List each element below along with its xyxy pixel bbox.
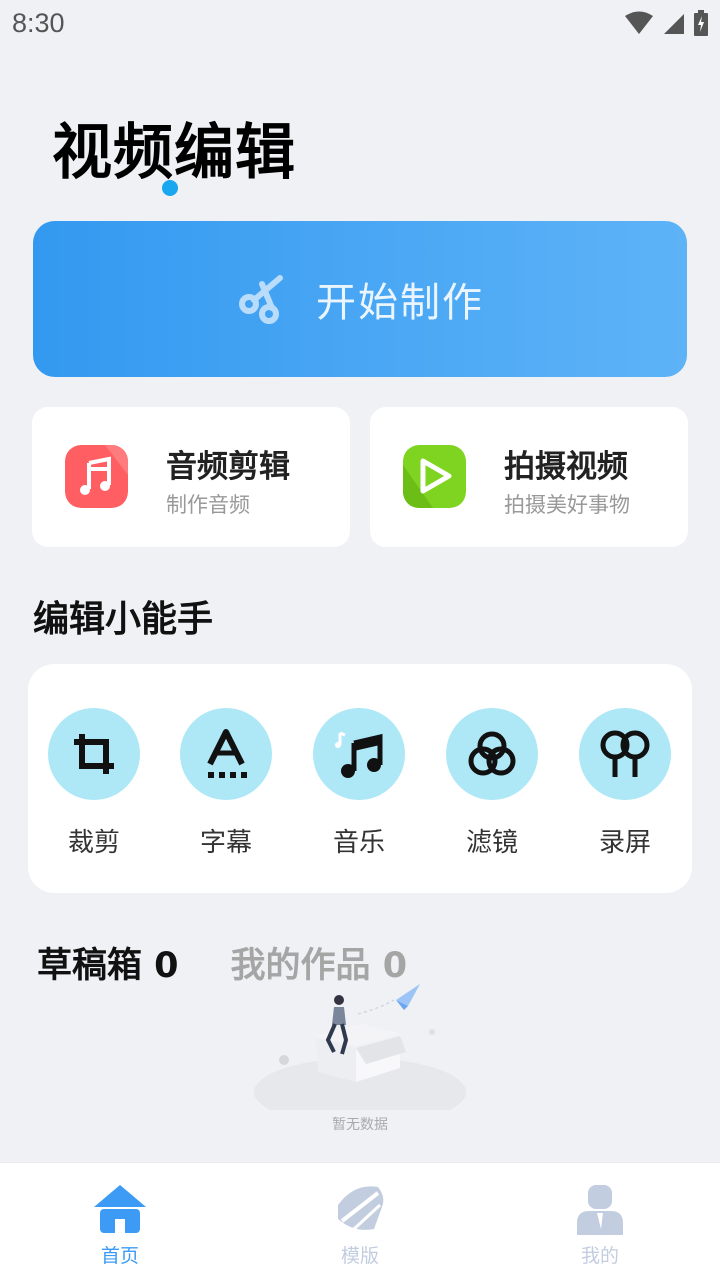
music-icon (313, 708, 405, 800)
empty-state: 暂无数据 (240, 980, 480, 1140)
empty-box-illustration (254, 984, 466, 1126)
music-note-icon (65, 445, 128, 508)
nav-templates-label: 模版 (340, 1245, 379, 1267)
signal-icon (664, 14, 684, 34)
shoot-video-subtitle: 拍摄美好事物 (504, 493, 630, 517)
status-icons (624, 10, 708, 36)
audio-edit-card[interactable]: 音频剪辑 制作音频 (32, 407, 350, 547)
tool-subtitle-label: 字幕 (199, 828, 252, 858)
scissors-icon (239, 275, 283, 324)
record-screen-icon (579, 708, 671, 800)
tool-music[interactable]: 音乐 (304, 708, 414, 859)
empty-state-text: 暂无数据 (332, 1117, 388, 1133)
wifi-icon (625, 11, 653, 34)
status-bar: 8:30 (0, 0, 720, 50)
nav-templates[interactable]: 模版 (300, 1179, 420, 1268)
audio-edit-subtitle: 制作音频 (166, 493, 250, 517)
tab-drafts[interactable]: 草稿箱 0 (37, 937, 179, 988)
nav-home[interactable]: 首页 (60, 1179, 180, 1268)
nav-profile[interactable]: 我的 (540, 1179, 660, 1268)
page-title: 视频编辑 (52, 118, 296, 188)
tool-record-screen-label: 录屏 (598, 828, 651, 858)
tool-filter[interactable]: 滤镜 (437, 708, 547, 859)
home-icon (60, 1179, 180, 1235)
nav-profile-label: 我的 (580, 1245, 619, 1267)
tool-crop[interactable]: 裁剪 (39, 708, 149, 859)
play-icon (403, 445, 466, 508)
filter-icon (446, 708, 538, 800)
template-icon (300, 1179, 420, 1235)
nav-home-label: 首页 (100, 1245, 139, 1267)
status-time: 8:30 (12, 8, 65, 38)
tool-crop-label: 裁剪 (67, 828, 120, 858)
subtitle-icon (180, 708, 272, 800)
start-creating-button[interactable]: 开始制作 (33, 221, 687, 377)
start-creating-label: 开始制作 (316, 280, 484, 326)
title-indicator-dot (162, 180, 178, 196)
crop-icon (48, 708, 140, 800)
tool-subtitle[interactable]: 字幕 (171, 708, 281, 859)
bottom-nav: 首页 模版 我的 (0, 1162, 720, 1280)
shoot-video-card[interactable]: 拍摄视频 拍摄美好事物 (370, 407, 688, 547)
tool-filter-label: 滤镜 (465, 828, 518, 858)
audio-edit-title: 音频剪辑 (166, 449, 290, 485)
shoot-video-title: 拍摄视频 (504, 449, 628, 485)
battery-icon (694, 10, 708, 36)
tools-section-title: 编辑小能手 (33, 599, 214, 640)
profile-icon (540, 1179, 660, 1235)
tools-panel: 裁剪 字幕 音乐 滤镜 录屏 (28, 664, 692, 893)
tool-music-label: 音乐 (332, 828, 385, 858)
tool-record-screen[interactable]: 录屏 (570, 708, 680, 859)
